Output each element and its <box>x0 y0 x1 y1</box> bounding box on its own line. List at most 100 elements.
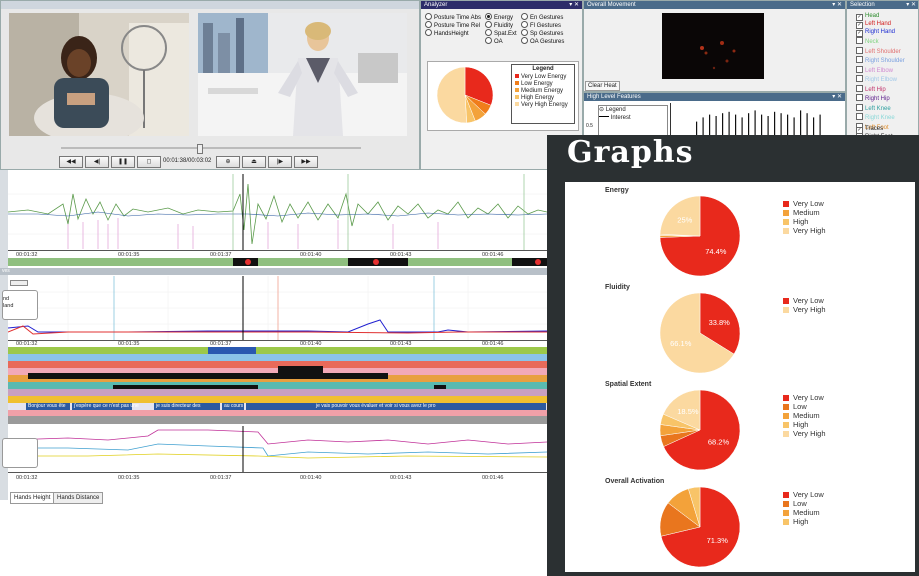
selection-item[interactable]: Left Knee <box>856 103 905 114</box>
checkbox-icon <box>856 65 863 73</box>
graph-data-label: 74.4% <box>705 247 727 256</box>
overall-movement-panel: Overall Movement ▾ ✕ Clear Heat <box>583 0 846 92</box>
graph-legend-item: Very Low <box>783 199 826 208</box>
selection-item[interactable]: Left Elbow <box>856 65 905 76</box>
checkbox-icon <box>856 75 863 82</box>
subtitle-seg-5[interactable]: je vais pouvoir vous évaluer et voir si … <box>246 403 546 410</box>
analyzer-legend-item: Medium Energy <box>515 88 574 95</box>
graph-legend-item: Low <box>783 499 824 508</box>
tick-c-1: 00:01:35 <box>118 475 140 481</box>
eject-button[interactable]: ⏏ <box>242 156 266 168</box>
legend-swatch <box>783 210 789 216</box>
legend-label: Very High Energy <box>521 102 568 108</box>
tab-hands-height[interactable]: Hands Height <box>10 492 55 504</box>
opt-oa[interactable]: OA <box>485 37 503 46</box>
mini-slider[interactable] <box>10 280 28 286</box>
selection-item[interactable]: Right Knee <box>856 113 905 123</box>
analyzer-pie <box>436 66 494 124</box>
graph-legend-3: Very Low Low Medium High <box>783 490 824 526</box>
tick-c-2: 00:01:37 <box>210 475 232 481</box>
hlf-bar <box>754 110 756 137</box>
pause-button[interactable]: ❚❚ <box>111 156 135 168</box>
legend-label: Very Low <box>793 296 824 305</box>
selection-label: Right Hip <box>865 96 890 102</box>
selection-item[interactable]: Right Elbow <box>856 75 905 85</box>
checkbox-icon <box>856 94 863 101</box>
legend-label: Medium <box>793 508 820 517</box>
hlf-bar-chart <box>696 110 821 137</box>
rewind-button[interactable]: ◀◀ <box>59 156 83 168</box>
selection-label: Right Elbow <box>865 77 898 83</box>
selection-item[interactable]: ✓ Head <box>856 13 905 21</box>
selection-item[interactable]: Right Hip <box>856 94 905 104</box>
legend-label: High Energy <box>521 95 555 101</box>
subtitle-text: au cours <box>224 403 244 409</box>
fast-forward-button[interactable]: ▶▶ <box>294 156 318 168</box>
selection-item[interactable]: Left Hip <box>856 84 905 95</box>
graph-legend-0: Very Low Medium High Very High <box>783 199 826 235</box>
analyzer-legend-item: Very High Energy <box>515 102 574 109</box>
step-forward-button[interactable]: |▶ <box>268 156 292 168</box>
opt-oa-gestures[interactable]: OA Gestures <box>521 37 564 46</box>
selection-label: Neck <box>865 39 879 45</box>
subtitle-seg-3[interactable]: je suis directeur des <box>154 403 220 410</box>
traces-checkbox[interactable]: ✓ Traces <box>856 126 883 134</box>
selection-label: Head <box>865 13 880 19</box>
section-divider <box>0 268 547 275</box>
selection-item[interactable]: ✓ Right Hand <box>856 29 905 37</box>
legend-swatch <box>783 413 789 419</box>
check-icon: ✓ <box>856 22 863 29</box>
hlf-bar <box>800 110 802 137</box>
tab-hands-distance[interactable]: Hands Distance <box>53 492 104 504</box>
graph-legend-item: High <box>783 420 826 429</box>
hlf-interest-label: Interest <box>610 115 631 121</box>
opt-handsheight[interactable]: HandsHeight <box>425 29 469 38</box>
selection-item[interactable]: ✓ Left Hand <box>856 21 905 29</box>
selection-titlebar: Selection ▾ ✕ <box>847 1 918 9</box>
axis-b <box>8 340 547 341</box>
selection-label: Right Knee <box>865 115 895 121</box>
legend-label: Low <box>793 499 807 508</box>
clear-heat-button[interactable]: Clear Heat <box>585 81 620 91</box>
opt-label: OA Gestures <box>530 39 565 45</box>
stop-button[interactable]: ◻ <box>137 156 161 168</box>
graphs-panel: Graphs Energy 74.4% 25% Very Low Medium High V… <box>547 135 919 576</box>
graph-legend-item: Very High <box>783 305 826 314</box>
graph-title-3: Overall Activation <box>605 478 665 485</box>
hlf-bar <box>735 114 737 137</box>
collapse-icon[interactable]: ⊝ <box>599 107 604 113</box>
graph-legend-item: Very Low <box>783 393 826 402</box>
graph-pie-3: 71.3% <box>659 486 741 568</box>
subtitle-seg-2[interactable]: j'espère que ce n'est pas une <box>72 403 139 410</box>
player-titlebar <box>1 1 419 9</box>
step-back-button[interactable]: ◀| <box>85 156 109 168</box>
legend-swatch <box>515 102 519 106</box>
subtitle-text: je vais pouvoir vous évaluer et voir si … <box>316 403 436 409</box>
graph-legend-item: Medium <box>783 411 826 420</box>
hands-legend-box <box>2 438 38 468</box>
graphs-content: Energy 74.4% 25% Very Low Medium High Very Hig… <box>565 182 915 572</box>
participant-video <box>9 13 189 136</box>
section-label: ves <box>2 268 10 274</box>
subtitle-seg-1[interactable]: Bonjour vous ête <box>26 403 70 410</box>
seek-track[interactable] <box>61 147 361 149</box>
legend-swatch <box>783 431 789 437</box>
hlf-legend-label: Legend <box>605 107 626 113</box>
tick-c-3: 00:01:40 <box>300 475 322 481</box>
legend-line-1: nd <box>3 296 10 302</box>
legend-swatch <box>783 228 789 234</box>
hlf-bar <box>787 114 789 137</box>
check-icon: ✓ <box>856 14 863 21</box>
selection-item[interactable]: Neck <box>856 37 905 47</box>
seek-thumb[interactable] <box>197 144 203 154</box>
graph-legend-1: Very Low Very High <box>783 296 826 314</box>
analyzer-legend-item: High Energy <box>515 95 574 102</box>
record-button[interactable]: ⊕ <box>216 156 240 168</box>
graph-data-label: 18.5% <box>677 407 699 416</box>
selection-label: Left Hip <box>865 86 886 93</box>
hlf-bar <box>715 116 717 137</box>
hlf-title: High Level Features <box>587 94 641 100</box>
selection-item[interactable]: Right Shoulder <box>856 56 905 66</box>
selection-item[interactable]: Left Shoulder <box>856 46 905 57</box>
subtitle-seg-4[interactable]: au cours <box>222 403 244 410</box>
